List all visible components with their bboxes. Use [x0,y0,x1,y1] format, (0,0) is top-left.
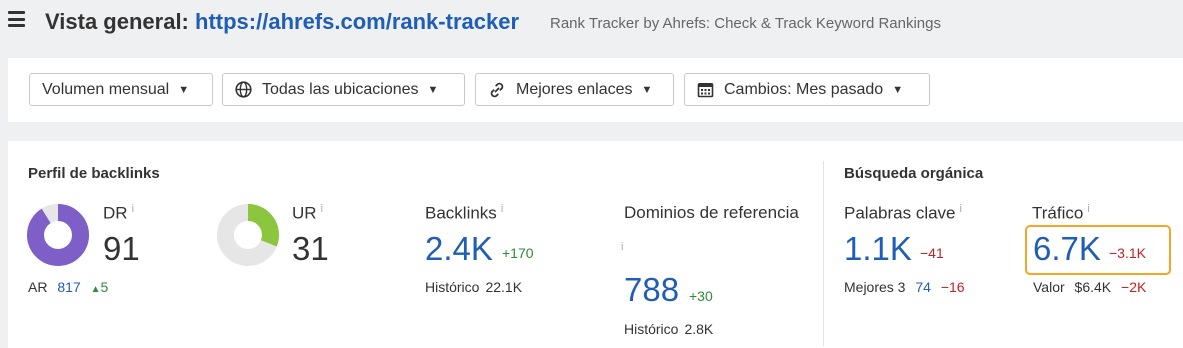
organic-search-title: Búsqueda orgánica [844,165,984,182]
backlinks-value[interactable]: 2.4K [425,230,493,268]
ur-value: 31 [292,230,329,267]
ar-row: AR 817 ▲5 [28,279,108,295]
traffic-value[interactable]: 6.7K [1033,230,1101,268]
traffic-label: Tráfico i [1032,203,1090,223]
ref-domains-value[interactable]: 788 [624,271,679,309]
top3-row: Mejores 3 74 −16 [844,279,965,295]
backlinks-change: +170 [502,245,534,261]
backlinks-label: Backlinks i [425,203,504,223]
ref-domains-history: Histórico 2.8K [624,321,714,337]
link-icon [488,81,506,99]
changes-period-dropdown[interactable]: Cambios: Mes pasado ▼ [684,73,930,106]
locations-dropdown[interactable]: Todas las ubicaciones ▼ [222,73,465,106]
menu-icon[interactable] [8,11,25,27]
info-icon[interactable]: i [960,203,962,215]
ar-change: 5 [100,279,109,295]
dr-donut-fill [27,204,89,266]
filter-bar: Volumen mensual ▼ Todas las ubicaciones … [8,58,1183,122]
best-links-dropdown[interactable]: Mejores enlaces ▼ [475,73,674,106]
info-icon[interactable]: i [501,203,503,215]
caret-down-icon: ▼ [427,83,439,96]
calendar-icon [697,81,714,98]
filter-label: Todas las ubicaciones [262,80,419,98]
title-prefix: Vista general: [45,9,189,34]
caret-down-icon: ▼ [892,83,904,96]
overview-card: Perfil de backlinks DR i 91 AR 817 ▲5 UR i… [8,141,1183,348]
ref-domains-label: Dominios de referencia [624,203,799,222]
dr-label: DR i [103,203,135,223]
ar-label: AR [28,279,48,295]
traffic-change: −3.1K [1109,245,1146,261]
top3-change: −16 [940,279,965,295]
keywords-change: −41 [920,245,944,261]
top3-value[interactable]: 74 [915,279,931,295]
keywords-label: Palabras clave i [844,203,962,223]
arrow-up-icon: ▲ [90,284,101,295]
ur-label: UR i [292,203,324,223]
filter-label: Volumen mensual [42,80,170,98]
ar-value[interactable]: 817 [57,279,80,295]
filter-label: Mejores enlaces [516,80,633,98]
info-icon[interactable]: i [132,203,134,215]
backlink-profile-title: Perfil de backlinks [28,165,160,182]
page-title: Vista general: https://ahrefs.com/rank-t… [45,9,519,35]
page-subtitle: Rank Tracker by Ahrefs: Check & Track Ke… [550,15,941,32]
title-url[interactable]: https://ahrefs.com/rank-tracker [195,9,519,34]
traffic-value-change: −2K [1121,279,1147,295]
dr-value: 91 [103,230,140,267]
caret-down-icon: ▼ [641,83,653,96]
info-icon[interactable]: i [1087,203,1089,215]
info-icon[interactable]: i [321,203,323,215]
filter-label: Cambios: Mes pasado [724,80,884,98]
ur-donut-chart [217,204,279,266]
monthly-volume-dropdown[interactable]: Volumen mensual ▼ [29,73,213,106]
info-icon[interactable]: i [621,241,623,253]
ref-domains-change: +30 [689,288,713,304]
traffic-value-row: Valor $6.4K −2K [1033,279,1147,295]
page-header: Vista general: https://ahrefs.com/rank-t… [0,0,1183,46]
traffic-value-amount: $6.4K [1074,279,1112,295]
keywords-value[interactable]: 1.1K [844,230,912,268]
backlinks-history: Histórico 22.1K [425,279,523,295]
globe-icon [235,81,252,98]
dr-donut-chart [27,204,89,266]
caret-down-icon: ▼ [178,83,190,96]
section-divider [823,161,824,346]
